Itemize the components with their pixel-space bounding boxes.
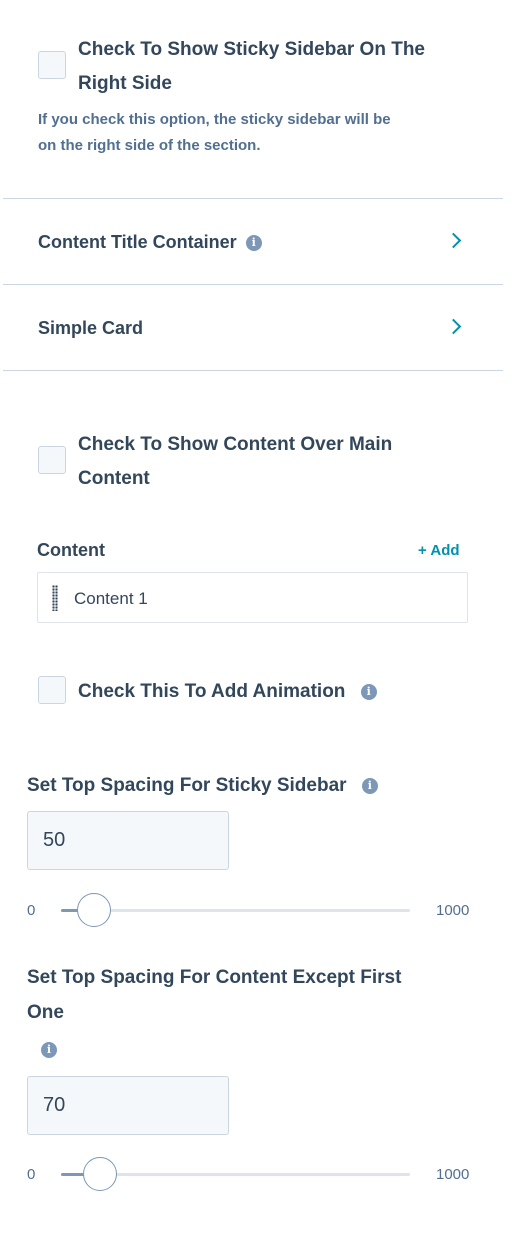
top-spacing-content-label-line1: Set Top Spacing For Content Except First bbox=[27, 967, 402, 988]
content-item-label: Content 1 bbox=[74, 589, 148, 608]
section-content-title-container[interactable]: Content Title Container i bbox=[3, 200, 503, 284]
slider-min-label: 0 bbox=[27, 1166, 36, 1183]
top-spacing-sidebar-slider-thumb[interactable] bbox=[76, 893, 111, 927]
animation-checkbox[interactable] bbox=[38, 676, 66, 704]
slider-max-label: 1000 bbox=[436, 902, 470, 919]
top-spacing-sidebar-label: Set Top Spacing For Sticky Sidebar i bbox=[27, 768, 378, 804]
animation-label: Check This To Add Animation i bbox=[78, 674, 377, 709]
drag-handle-icon[interactable] bbox=[52, 585, 58, 611]
chevron-right-icon[interactable] bbox=[445, 318, 462, 335]
sticky-right-checkbox[interactable] bbox=[38, 51, 66, 79]
content-over-checkbox[interactable] bbox=[38, 446, 66, 474]
chevron-right-icon[interactable] bbox=[445, 232, 462, 249]
top-spacing-content-slider-thumb[interactable] bbox=[83, 1157, 118, 1191]
slider-max-label: 1000 bbox=[436, 1166, 470, 1183]
content-over-label-line2: Content bbox=[78, 468, 150, 489]
info-icon[interactable]: i bbox=[360, 683, 377, 700]
info-icon[interactable]: i bbox=[361, 777, 378, 794]
content-list-item[interactable]: Content 1 bbox=[37, 572, 468, 623]
divider bbox=[3, 284, 503, 285]
top-spacing-content-label-line2: One bbox=[27, 1002, 64, 1023]
slider-min-label: 0 bbox=[27, 902, 36, 919]
sticky-right-label-line2: Right Side bbox=[78, 73, 172, 94]
content-label: Content bbox=[37, 540, 105, 560]
animation-label-text: Check This To Add Animation bbox=[78, 681, 346, 702]
top-spacing-content-input[interactable]: 70 bbox=[27, 1076, 229, 1135]
sticky-right-help-line1: If you check this option, the sticky sid… bbox=[38, 111, 391, 128]
sticky-right-help-line2: on the right side of the section. bbox=[38, 137, 261, 154]
section-simple-card[interactable]: Simple Card bbox=[3, 286, 503, 370]
content-over-label-line1: Check To Show Content Over Main bbox=[78, 434, 393, 455]
divider bbox=[3, 370, 503, 371]
add-content-button[interactable]: + Add bbox=[418, 540, 460, 562]
section-title: Content Title Container bbox=[38, 232, 237, 252]
section-title: Simple Card bbox=[38, 318, 144, 338]
top-spacing-sidebar-input[interactable]: 50 bbox=[27, 811, 229, 870]
top-spacing-sidebar-slider-track[interactable] bbox=[61, 909, 410, 912]
top-spacing-sidebar-label-text: Set Top Spacing For Sticky Sidebar bbox=[27, 775, 347, 796]
divider bbox=[3, 198, 503, 199]
sticky-right-label-line1: Check To Show Sticky Sidebar On The bbox=[78, 39, 426, 60]
info-icon[interactable]: i bbox=[41, 1042, 57, 1058]
info-icon[interactable]: i bbox=[245, 235, 262, 252]
